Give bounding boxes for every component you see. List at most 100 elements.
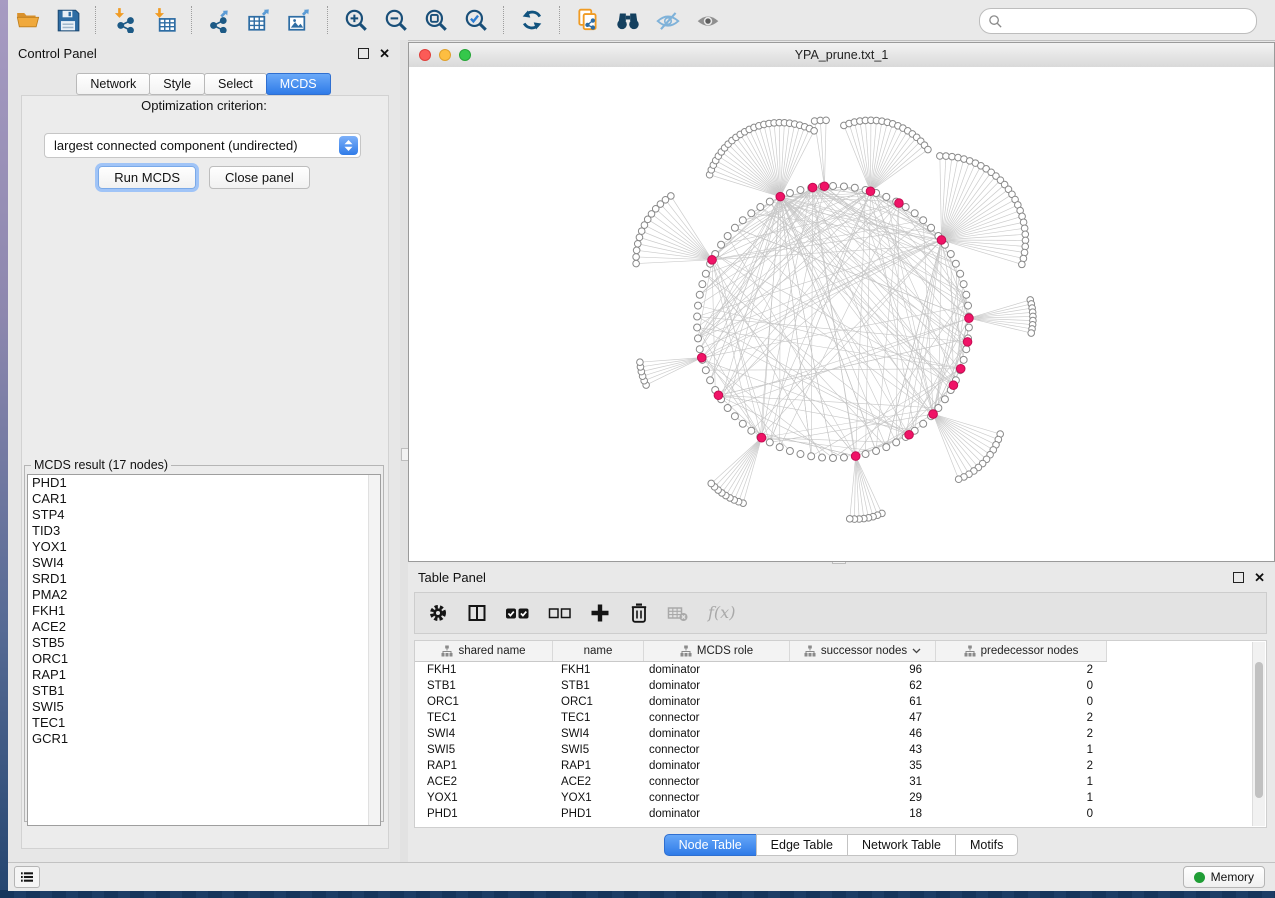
mcds-result-node[interactable]: GCR1 [28,731,380,747]
tab-motifs[interactable]: Motifs [955,834,1018,856]
tab-select[interactable]: Select [204,73,267,95]
import-network-button[interactable] [106,3,142,37]
hide-selected-button[interactable] [650,3,686,37]
mcds-result-node[interactable]: CAR1 [28,491,380,507]
mcds-list-scrollbar[interactable] [368,475,380,825]
table-cell: STB1 [553,678,644,694]
table-cell: 18 [790,806,936,822]
column-header[interactable]: predecessor nodes [936,641,1107,661]
tab-network[interactable]: Network [76,73,150,95]
toolbar-separator [327,6,329,34]
delete-column-button[interactable] [628,602,650,624]
zoom-out-button[interactable] [378,3,414,37]
add-column-button[interactable] [589,602,611,624]
mcds-result-node[interactable]: ORC1 [28,651,380,667]
mcds-result-node[interactable]: PHD1 [28,475,380,491]
zoom-selected-button[interactable] [458,3,494,37]
memory-button[interactable]: Memory [1183,866,1265,888]
mcds-result-node[interactable]: TID3 [28,523,380,539]
table-row[interactable]: RAP1RAP1dominator352 [415,758,1266,774]
run-mcds-button[interactable]: Run MCDS [98,166,196,189]
mcds-result-node[interactable]: STB1 [28,683,380,699]
mcds-result-node[interactable]: STP4 [28,507,380,523]
network-canvas[interactable] [409,67,1274,561]
column-header-label: successor nodes [821,645,907,657]
column-header[interactable]: name [553,641,644,661]
zoom-fit-button[interactable] [418,3,454,37]
search-field[interactable] [979,8,1257,34]
eye-icon [695,7,721,33]
mcds-result-title: MCDS result (17 nodes) [31,458,171,472]
close-panel-icon[interactable]: ✕ [379,47,390,60]
column-settings-button[interactable] [427,602,449,624]
table-row[interactable]: SWI5SWI5connector431 [415,742,1266,758]
close-panel-icon[interactable]: ✕ [1254,571,1265,584]
show-columns-button[interactable] [466,602,488,624]
table-row[interactable]: ORC1ORC1dominator610 [415,694,1266,710]
mcds-button-row: Run MCDS Close panel [8,166,400,189]
show-panel-list-button[interactable] [14,866,40,888]
mcds-result-node[interactable]: SWI4 [28,555,380,571]
column-header[interactable]: MCDS role [644,641,790,661]
export-network-button[interactable] [202,3,238,37]
export-image-button[interactable] [282,3,318,37]
table-row[interactable]: STB1STB1dominator620 [415,678,1266,694]
select-all-button[interactable] [505,602,531,624]
tab-node-table[interactable]: Node Table [664,834,757,856]
table-scrollbar[interactable] [1252,642,1265,826]
float-panel-icon[interactable] [1233,572,1244,583]
network-titlebar[interactable]: YPA_prune.txt_1 [409,43,1274,68]
search-input[interactable] [1003,13,1227,29]
mcds-result-list: PHD1CAR1STP4TID3YOX1SWI4SRD1PMA2FKH1ACE2… [27,474,381,826]
table-row[interactable]: TEC1TEC1connector472 [415,710,1266,726]
tab-style[interactable]: Style [149,73,205,95]
mcds-result-node[interactable]: RAP1 [28,667,380,683]
vertical-splitter[interactable] [400,40,408,862]
memory-label: Memory [1211,870,1254,884]
open-session-button[interactable] [10,3,46,37]
table-row[interactable]: YOX1YOX1connector291 [415,790,1266,806]
zoom-in-button[interactable] [338,3,374,37]
duplicate-network-button[interactable] [570,3,606,37]
table-cell: ACE2 [415,774,553,790]
mcds-result-node[interactable]: ACE2 [28,619,380,635]
table-cell: dominator [644,726,790,742]
save-session-button[interactable] [50,3,86,37]
fx-icon: f(x) [706,601,740,625]
desktop-wallpaper-left [0,0,8,898]
column-header-label: name [584,645,613,657]
column-header[interactable]: successor nodes [790,641,936,661]
table-cell: PHD1 [553,806,644,822]
tab-network-table[interactable]: Network Table [847,834,956,856]
scrollbar-thumb[interactable] [1255,662,1263,798]
table-row[interactable]: ACE2ACE2connector311 [415,774,1266,790]
refresh-layout-button[interactable] [514,3,550,37]
table-row[interactable]: SWI4SWI4dominator462 [415,726,1266,742]
deselect-all-button[interactable] [548,602,572,624]
table-row[interactable]: FKH1FKH1dominator962 [415,662,1266,678]
show-all-button[interactable] [690,3,726,37]
import-table-button[interactable] [146,3,182,37]
mcds-result-node[interactable]: SRD1 [28,571,380,587]
column-header[interactable]: shared name [415,641,553,661]
search-binoculars-button[interactable] [610,3,646,37]
tab-mcds[interactable]: MCDS [266,73,331,95]
mcds-result-node[interactable]: STB5 [28,635,380,651]
mcds-result-node[interactable]: TEC1 [28,715,380,731]
table-panel: Table Panel ✕ [408,564,1275,862]
mcds-result-node[interactable]: SWI5 [28,699,380,715]
criterion-dropdown[interactable]: largest connected component (undirected) [44,133,361,158]
mcds-result-node[interactable]: YOX1 [28,539,380,555]
export-table-button[interactable] [242,3,278,37]
float-panel-icon[interactable] [358,48,369,59]
close-panel-button[interactable]: Close panel [209,166,310,189]
tab-edge-table[interactable]: Edge Table [756,834,848,856]
mcds-result-node[interactable]: PMA2 [28,587,380,603]
mcds-result-node[interactable]: FKH1 [28,603,380,619]
duplicate-network-icon [575,7,601,33]
network-window: YPA_prune.txt_1 [408,42,1275,562]
table-row[interactable]: PHD1PHD1dominator180 [415,806,1266,822]
table-cell: 47 [790,710,936,726]
table-cell: dominator [644,806,790,822]
node-table[interactable]: shared name name MCDS role successor nodes p… [414,640,1267,828]
